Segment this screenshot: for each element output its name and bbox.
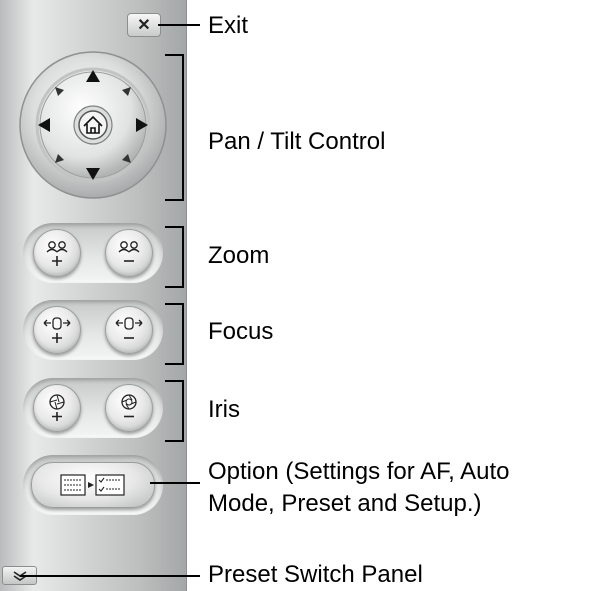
exit-callout-line (158, 24, 200, 26)
close-icon: ✕ (137, 17, 151, 34)
pan-tilt-control[interactable] (18, 50, 168, 200)
home-button[interactable] (73, 105, 113, 145)
focus-near-button[interactable] (33, 306, 81, 354)
zoom-out-button[interactable] (105, 229, 153, 277)
iris-close-button[interactable] (105, 384, 153, 432)
exit-label: Exit (208, 12, 249, 39)
zoom-group (23, 223, 163, 283)
focus-group (23, 300, 163, 360)
focus-far-button[interactable] (105, 306, 153, 354)
pan-tilt-label: Pan / Tilt Control (208, 128, 386, 155)
zoom-bracket (182, 226, 184, 288)
option-label-line2: Mode, Preset and Setup.) (208, 490, 482, 517)
focus-bracket (182, 303, 184, 365)
iris-group (23, 378, 163, 438)
option-button[interactable] (31, 462, 155, 508)
focus-label: Focus (208, 318, 274, 345)
pan-tilt-bracket-bottom (165, 199, 184, 201)
preset-callout-line (20, 575, 200, 577)
zoom-out-icon (118, 241, 140, 262)
zoom-label: Zoom (208, 242, 270, 269)
iris-close-icon (121, 394, 137, 418)
option-callout-line (150, 482, 200, 484)
focus-bracket-bottom (165, 363, 184, 365)
iris-label: Iris (208, 396, 240, 423)
exit-button[interactable]: ✕ (127, 13, 161, 37)
focus-in-icon (43, 317, 71, 343)
preset-switch-label: Preset Switch Panel (208, 561, 423, 588)
zoom-bracket-top (165, 226, 184, 228)
iris-bracket-top (165, 380, 184, 382)
option-label-line1: Option (Settings for AF, Auto (208, 458, 510, 485)
settings-list-icon (60, 474, 125, 496)
iris-bracket (182, 380, 184, 442)
camera-control-panel: ✕ (0, 0, 187, 591)
iris-open-button[interactable] (33, 384, 81, 432)
iris-open-icon (49, 394, 65, 421)
focus-bracket-top (165, 303, 184, 305)
zoom-in-icon (46, 241, 68, 266)
focus-out-icon (115, 317, 143, 339)
iris-bracket-bottom (165, 440, 184, 442)
zoom-in-button[interactable] (33, 229, 81, 277)
zoom-bracket-bottom (165, 286, 184, 288)
pan-tilt-bracket-top (165, 54, 184, 56)
pan-tilt-bracket (182, 54, 184, 201)
option-group (23, 455, 163, 515)
